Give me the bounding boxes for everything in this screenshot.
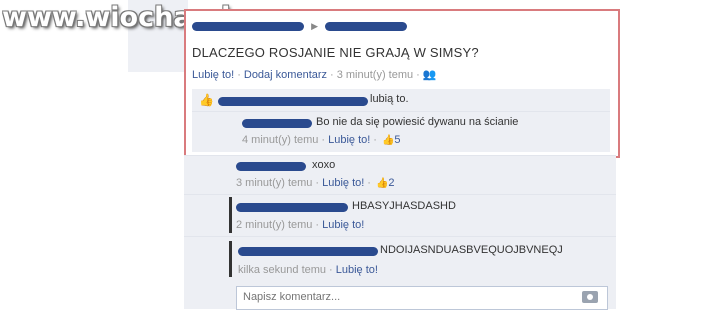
commenter-name-redacted[interactable]: [242, 118, 312, 128]
comment-likes-count[interactable]: 2: [388, 177, 394, 189]
commenter-name-redacted[interactable]: [236, 161, 306, 171]
likes-text: lubią to.: [370, 93, 409, 105]
comment-like-link[interactable]: Lubię to!: [322, 177, 364, 189]
friends-icon: 👥: [422, 69, 437, 81]
like-link[interactable]: Lubię to!: [192, 69, 234, 81]
commenter-name-redacted[interactable]: [236, 202, 348, 212]
comment-time[interactable]: kilka sekund temu: [238, 264, 326, 276]
comment-item: HBASYJHASDASHD 2 minut(y) temu · Lubię to!: [184, 194, 616, 236]
comment-like-link[interactable]: Lubię to!: [336, 264, 378, 276]
comment-item: NDOIJASNDUASBVEQUOJBVNEQJ kilka sekund t…: [184, 236, 616, 283]
comment-likes-count[interactable]: 5: [394, 134, 400, 146]
comment-like-link[interactable]: Lubię to!: [322, 219, 364, 231]
likes-row: 👍 lubią to.: [192, 89, 610, 112]
add-comment-link[interactable]: Dodaj komentarz: [244, 69, 327, 81]
likers-names-redacted[interactable]: [218, 96, 368, 106]
comment-input[interactable]: [237, 287, 569, 307]
thumbs-up-icon: 👍: [381, 135, 395, 146]
left-background: [0, 0, 128, 309]
thumbs-up-icon: 👍: [199, 93, 214, 107]
thumbs-up-icon: 👍: [375, 178, 389, 189]
comment-time[interactable]: 2 minut(y) temu: [236, 219, 312, 231]
avatar[interactable]: [229, 241, 232, 277]
target-name-redacted[interactable]: [325, 21, 408, 31]
comment-input-box[interactable]: [236, 286, 608, 310]
post-card: ▶ DLACZEGO ROSJANIE NIE GRAJĄ W SIMSY? L…: [184, 9, 620, 158]
comment-text: NDOIJASNDUASBVEQUOJBVNEQJ: [380, 244, 563, 256]
commenter-name-redacted[interactable]: [238, 246, 378, 256]
post-actions: Lubię to! · Dodaj komentarz · 3 minut(y) tem…: [192, 69, 437, 81]
avatar[interactable]: [229, 197, 232, 233]
comment-item: xoxo 3 minut(y) temu · Lubię to! · 👍2: [184, 155, 616, 194]
comment-like-link[interactable]: Lubię to!: [328, 134, 370, 146]
comment-text: HBASYJHASDASHD: [352, 200, 456, 212]
post-time[interactable]: 3 minut(y) temu: [337, 69, 413, 81]
camera-icon[interactable]: [582, 291, 598, 303]
author-name-redacted[interactable]: [192, 21, 304, 31]
comment-text: xoxo: [312, 159, 336, 171]
arrow-right-icon: ▶: [311, 21, 318, 31]
comment-text: Bo nie da się powiesić dywanu na ścianie: [316, 116, 519, 128]
comment-time[interactable]: 3 minut(y) temu: [236, 177, 312, 189]
comment-item: Bo nie da się powiesić dywanu na ścianie…: [192, 112, 610, 152]
post-text: DLACZEGO ROSJANIE NIE GRAJĄ W SIMSY?: [192, 45, 479, 60]
comment-time[interactable]: 4 minut(y) temu: [242, 134, 318, 146]
post-header: ▶: [192, 20, 408, 32]
